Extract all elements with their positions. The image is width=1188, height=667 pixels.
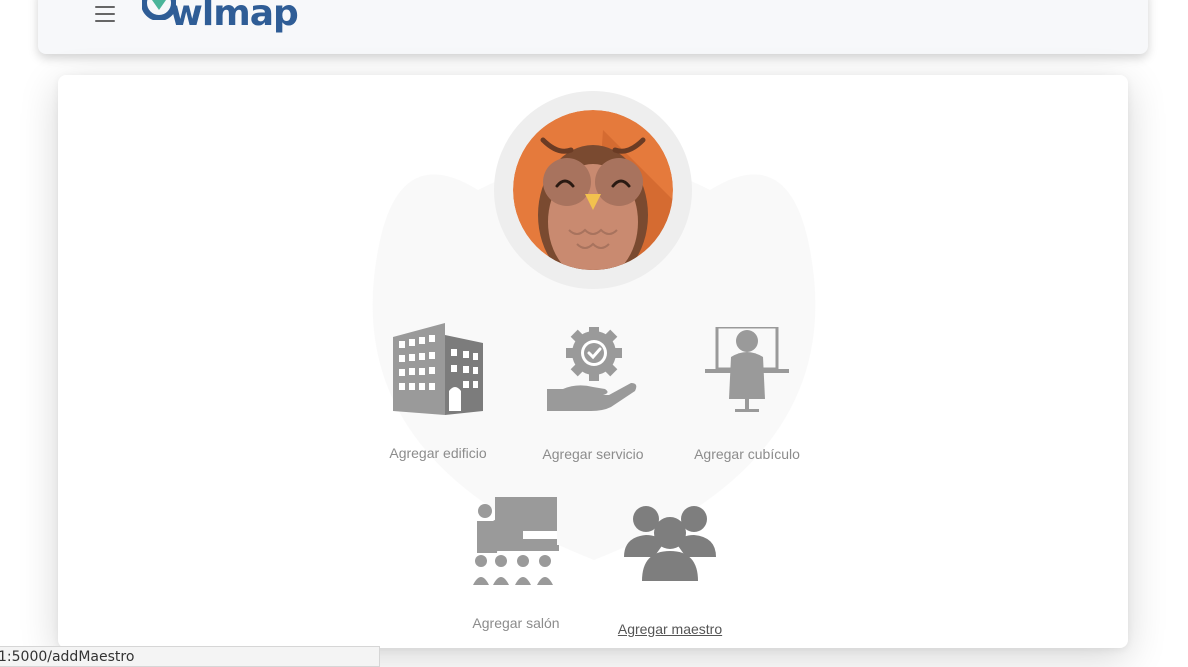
service-gear-hand-icon [547,327,637,411]
owl-avatar [513,110,673,270]
brand-text: wlmap [169,0,299,34]
add-service-button[interactable]: Agregar servicio [533,327,653,462]
status-url: 1:5000/addMaestro [0,649,135,665]
add-cubicle-button[interactable]: Agregar cubículo [687,327,807,462]
add-building-label: Agregar edificio [389,445,487,461]
cubicle-icon [705,327,789,412]
add-teacher-label: Agregar maestro [617,621,723,637]
brand-logo[interactable]: Owlmap [140,0,299,34]
add-cubicle-label: Agregar cubículo [694,446,800,462]
hamburger-icon[interactable] [95,6,115,22]
add-classroom-button[interactable]: Agregar salón [456,497,576,631]
add-building-button[interactable]: Agregar edificio [378,323,498,461]
add-classroom-label: Agregar salón [472,615,560,631]
top-navbar: Owlmap [38,0,1148,54]
add-teacher-button[interactable]: Agregar maestro [610,503,730,637]
teachers-group-icon [624,506,716,581]
main-card: Agregar edificio Agregar servicio Agrega… [58,75,1128,648]
classroom-icon [473,497,559,585]
browser-status-bar: 1:5000/addMaestro [0,646,380,667]
add-service-label: Agregar servicio [542,446,644,462]
building-icon [393,323,483,415]
